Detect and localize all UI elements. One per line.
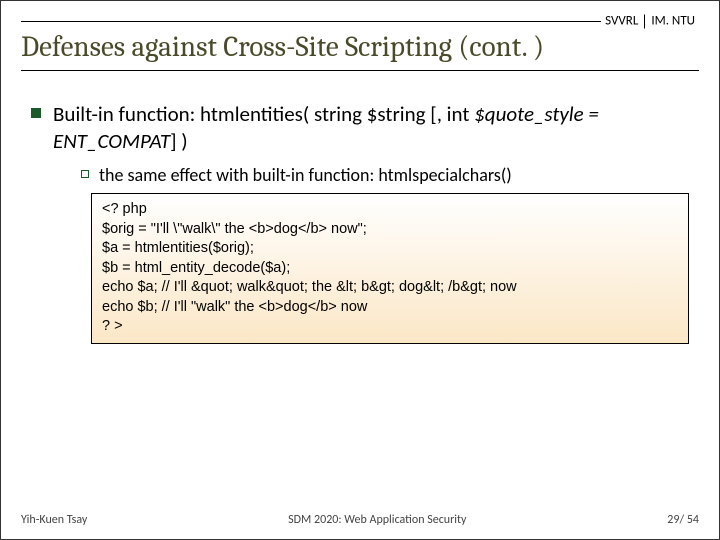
code-block: <? php $orig = "I'll \"walk\" the <b>dog…	[91, 193, 689, 344]
footer-page-current: 29	[667, 513, 679, 527]
footer-page-sep: /	[679, 513, 686, 527]
header-org-left: SVVRL	[605, 14, 638, 29]
bullet-level1: Built-in function: htmlentities( string …	[31, 101, 689, 156]
slide-title: Defenses against Cross-Site Scripting (c…	[21, 31, 699, 71]
footer-course: SDM 2020: Web Application Security	[288, 513, 466, 527]
square-bullet-icon	[31, 108, 41, 118]
header-divider-top	[21, 21, 699, 22]
slide: SVVRL IM. NTU Defenses against Cross-Sit…	[0, 0, 720, 540]
footer-author: Yih-Kuen Tsay	[21, 513, 87, 527]
header-right: SVVRL IM. NTU	[601, 14, 699, 29]
hollow-square-bullet-icon	[81, 170, 89, 178]
header-separator-icon	[644, 14, 645, 28]
bullet-level1-text: Built-in function: htmlentities( string …	[53, 101, 689, 156]
bullet-level2-text: the same effect with built-in function: …	[99, 164, 512, 187]
slide-footer: Yih-Kuen Tsay SDM 2020: Web Application …	[21, 513, 699, 527]
footer-page-total: 54	[687, 513, 699, 527]
bullet1-suffix: ] )	[170, 128, 188, 154]
footer-page: 29/ 54	[667, 513, 699, 527]
bullet-level2: the same effect with built-in function: …	[81, 164, 689, 187]
slide-body: Built-in function: htmlentities( string …	[31, 101, 689, 344]
header-org-right: IM. NTU	[651, 14, 695, 29]
bullet1-prefix: Built-in function: htmlentities( string …	[53, 101, 474, 127]
